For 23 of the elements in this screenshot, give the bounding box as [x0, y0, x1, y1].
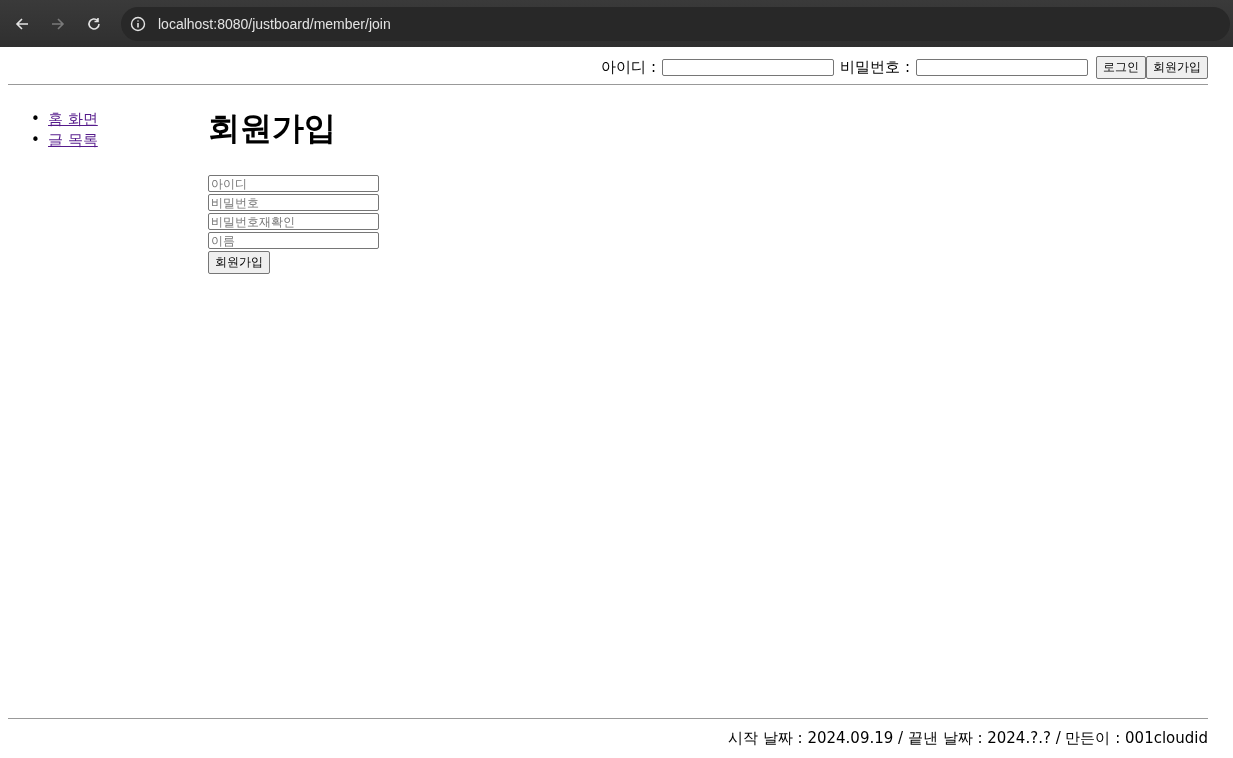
bullet-mark: •	[31, 130, 41, 151]
input-field[interactable]: 이름	[208, 232, 379, 249]
footer-text: 시작 날짜 : 2024.09.19 / 끝낸 날짜 : 2024.?.? / 만든이 : 001cloudid	[727, 729, 1208, 748]
id-label: 아이디 :	[601, 58, 657, 77]
login-button[interactable]: 로그인	[1096, 56, 1146, 79]
url-text: localhost:8080/justboard/member/join	[158, 15, 391, 32]
signup-submit-button[interactable]: 회원가입	[208, 251, 270, 274]
page-title: 회원가입	[208, 108, 337, 149]
signup-button[interactable]: 회원가입	[1146, 56, 1208, 79]
nav-link[interactable]: 홈 화면	[48, 109, 98, 130]
input-field[interactable]: 아이디	[208, 175, 379, 192]
info-icon[interactable]	[130, 15, 146, 32]
id-input[interactable]	[662, 59, 835, 76]
password-input[interactable]	[916, 59, 1088, 76]
forward-icon[interactable]	[51, 16, 65, 31]
input-field[interactable]: 비밀번호재확인	[208, 213, 379, 230]
password-label: 비밀번호 :	[840, 58, 910, 77]
nav-link[interactable]: 글 목록	[48, 130, 98, 151]
back-icon[interactable]	[15, 16, 29, 31]
input-field[interactable]: 비밀번호	[208, 194, 379, 211]
reload-icon[interactable]	[87, 16, 101, 31]
bullet-mark: •	[31, 109, 41, 130]
address-bar[interactable]: localhost:8080/justboard/member/join	[121, 6, 1230, 41]
